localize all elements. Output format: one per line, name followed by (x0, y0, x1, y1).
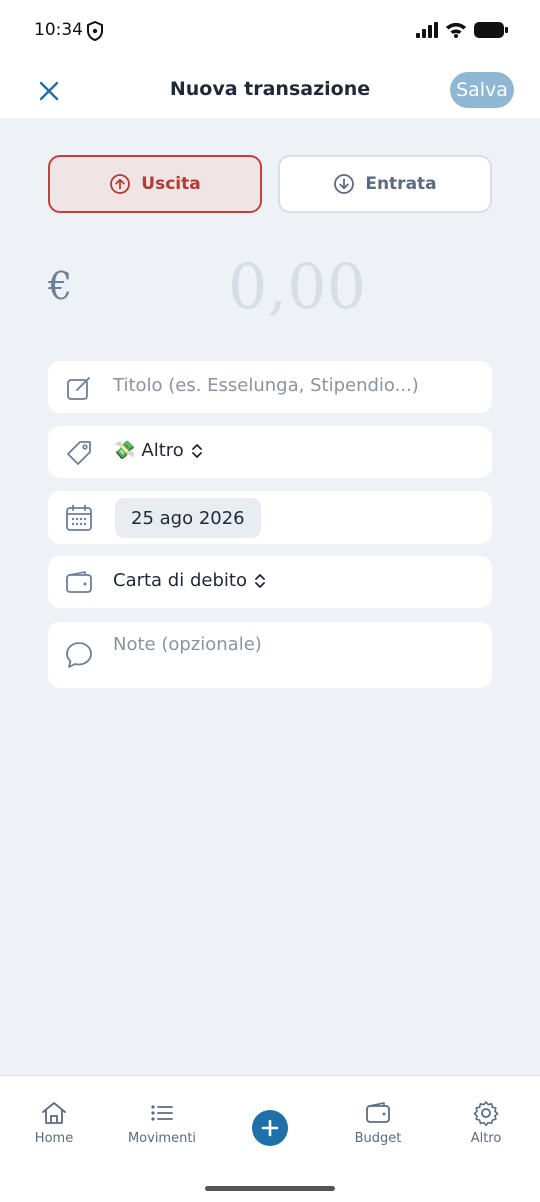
wallet-icon (366, 1102, 390, 1123)
bottom-navigation: Home Movimenti Budget Altro (0, 1075, 540, 1202)
expense-label: Uscita (141, 174, 201, 194)
expense-tab[interactable]: Uscita (48, 155, 262, 213)
home-indicator[interactable] (205, 1186, 335, 1191)
wifi-icon (445, 22, 467, 42)
calendar-icon (64, 503, 94, 533)
currency-symbol: € (48, 264, 73, 308)
gear-icon (473, 1101, 499, 1126)
nav-home[interactable]: Home (9, 1100, 99, 1146)
edit-icon (64, 373, 94, 403)
category-label: Altro (141, 440, 184, 461)
wallet-icon (64, 568, 94, 598)
title-placeholder: Titolo (es. Esselunga, Stipendio...) (113, 375, 419, 396)
title-field[interactable]: Titolo (es. Esselunga, Stipendio...) (48, 361, 492, 413)
cellular-signal-icon (416, 22, 438, 42)
list-icon (151, 1105, 173, 1121)
arrow-up-circle-icon (110, 174, 131, 194)
nav-budget[interactable]: Budget (333, 1100, 423, 1146)
notes-field[interactable]: Note (opzionale) (48, 622, 492, 688)
app-header: Nuova transazione Salva (0, 62, 540, 118)
date-field: 25 ago 2026 (48, 491, 492, 544)
amount-section: € 0,00 (48, 250, 492, 330)
nav-budget-label: Budget (354, 1131, 402, 1146)
chevron-updown-icon (255, 573, 265, 588)
chevron-updown-icon (191, 443, 202, 458)
income-tab[interactable]: Entrata (278, 155, 492, 213)
shield-icon (86, 20, 104, 42)
category-field[interactable]: 💸 Altro (48, 426, 492, 478)
account-field[interactable]: Carta di debito (48, 556, 492, 608)
account-label: Carta di debito (113, 570, 247, 591)
status-time: 10:34 (34, 20, 83, 40)
add-transaction-button[interactable] (252, 1110, 288, 1146)
status-indicators (416, 22, 508, 42)
category-emoji: 💸 (113, 440, 136, 461)
nav-more[interactable]: Altro (441, 1100, 531, 1146)
arrow-down-circle-icon (334, 174, 355, 194)
category-selector[interactable]: 💸 Altro (113, 440, 204, 461)
nav-more-label: Altro (470, 1131, 502, 1146)
tag-icon (64, 438, 94, 468)
amount-input[interactable]: 0,00 (228, 250, 366, 323)
transaction-type-toggle: Uscita Entrata (48, 155, 492, 213)
plus-icon (261, 1119, 279, 1137)
battery-icon (474, 22, 508, 42)
nav-transactions-label: Movimenti (127, 1131, 197, 1146)
notes-placeholder: Note (opzionale) (113, 634, 262, 655)
home-icon (42, 1102, 66, 1124)
nav-transactions[interactable]: Movimenti (117, 1100, 207, 1146)
account-selector[interactable]: Carta di debito (113, 570, 267, 591)
save-button[interactable]: Salva (450, 72, 514, 108)
income-label: Entrata (365, 174, 437, 194)
date-picker-button[interactable]: 25 ago 2026 (115, 498, 261, 538)
nav-home-label: Home (34, 1131, 74, 1146)
status-bar: 10:34 (0, 0, 540, 62)
chat-bubble-icon (64, 640, 94, 670)
